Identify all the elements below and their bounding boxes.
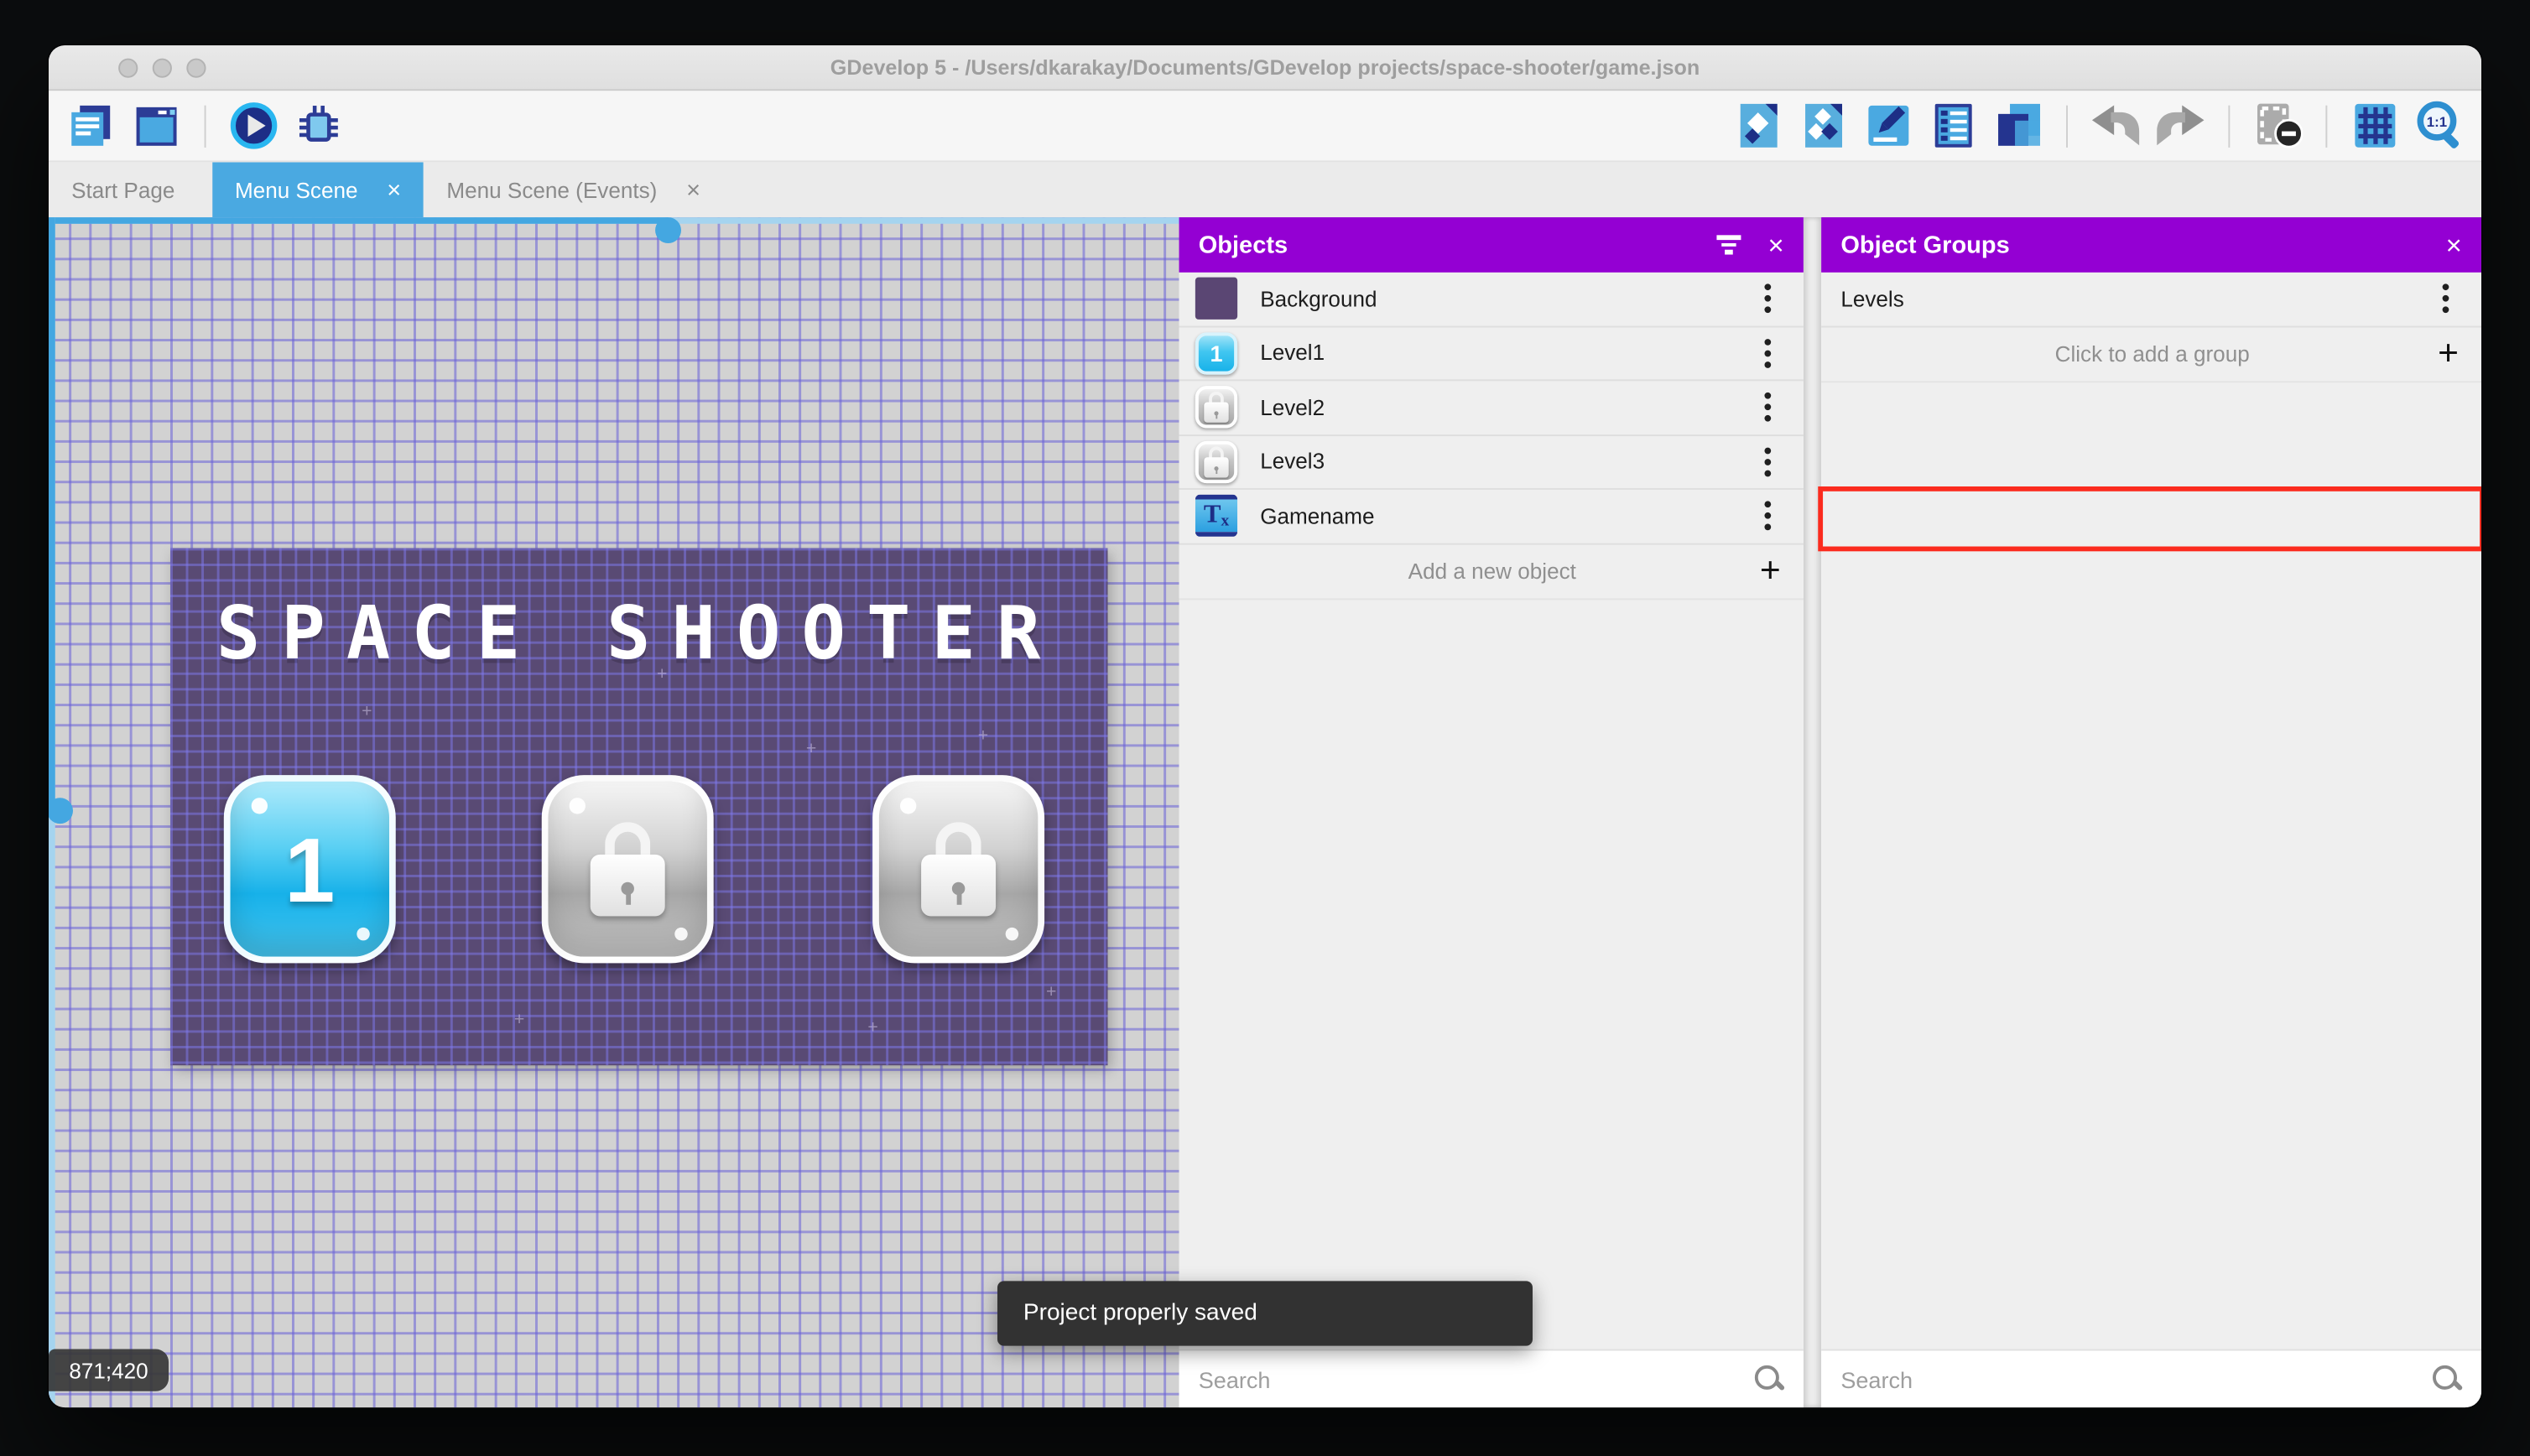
undo-icon[interactable]: [2090, 101, 2141, 151]
groups-search-input[interactable]: [1840, 1365, 2432, 1392]
close-panel-icon[interactable]: ×: [1767, 231, 1783, 258]
star-sparkle: +: [805, 739, 817, 759]
hscroll-knob[interactable]: [655, 217, 681, 243]
canvas-horizontal-scrollbar[interactable]: [48, 217, 1179, 243]
object-row-gamename[interactable]: Gamename: [1179, 490, 1804, 544]
object-groups-icon[interactable]: [1799, 101, 1849, 151]
lock-icon: [921, 822, 997, 917]
editor-tabbar: Start Page Menu Scene × Menu Scene (Even…: [48, 162, 2481, 218]
close-tab-icon[interactable]: ×: [387, 176, 401, 204]
search-icon[interactable]: [1753, 1364, 1784, 1395]
objects-editor-icon[interactable]: [1734, 101, 1784, 151]
tab-start-page[interactable]: Start Page: [49, 162, 197, 217]
project-manager-icon[interactable]: [66, 101, 117, 151]
game-title-text: SPACE SHOOTER: [216, 590, 1062, 677]
level2-thumbnail: [1195, 386, 1238, 429]
tab-menu-scene-events[interactable]: Menu Scene (Events) ×: [424, 162, 723, 217]
instances-list-icon[interactable]: [1929, 101, 1979, 151]
text-object-icon: [1195, 495, 1238, 538]
properties-icon[interactable]: [1863, 101, 1913, 151]
desktop: GDevelop 5 - /Users/dkarakay/Documents/G…: [0, 0, 2530, 1456]
objects-panel-title: Objects: [1198, 231, 1288, 259]
layers-icon[interactable]: [1993, 101, 2043, 151]
toolbar-separator: [2325, 104, 2328, 147]
star-sparkle: +: [656, 664, 668, 684]
objects-panel-empty-area: [1179, 599, 1804, 1349]
toolbar-separator: [204, 104, 206, 147]
groups-search-bar: [1821, 1349, 2481, 1408]
svg-text:1:1: 1:1: [2427, 114, 2447, 130]
lock-icon: [590, 822, 665, 917]
tab-menu-scene[interactable]: Menu Scene ×: [211, 162, 424, 218]
row-menu-icon[interactable]: [1764, 295, 1772, 303]
remove-instances-icon[interactable]: [2252, 101, 2304, 151]
objects-panel-header: Objects ×: [1179, 217, 1804, 273]
close-panel-icon[interactable]: ×: [2446, 231, 2462, 258]
object-groups-panel: Object Groups × Levels Click to add a gr…: [1818, 217, 2481, 1408]
scene-canvas[interactable]: SPACE SHOOTER + + + + + + + + 1: [48, 217, 1179, 1408]
window-title: GDevelop 5 - /Users/dkarakay/Documents/G…: [830, 55, 1700, 80]
search-icon[interactable]: [2431, 1364, 2462, 1395]
object-groups-panel-header: Object Groups ×: [1821, 217, 2481, 273]
main-content: SPACE SHOOTER + + + + + + + + 1: [48, 217, 2481, 1408]
star-sparkle: +: [1045, 982, 1057, 1002]
cursor-coordinates-badge: 871;420: [48, 1349, 169, 1391]
toolbar-separator: [2066, 104, 2068, 147]
grid-icon[interactable]: [2350, 101, 2400, 151]
titlebar: GDevelop 5 - /Users/dkarakay/Documents/G…: [48, 45, 2481, 91]
object-groups-panel-title: Object Groups: [1840, 231, 2010, 259]
object-row-background[interactable]: Background: [1179, 273, 1804, 327]
canvas-vertical-scrollbar[interactable]: [48, 217, 73, 1408]
plus-icon: +: [2438, 332, 2459, 373]
object-row-level1[interactable]: 1 Level1: [1179, 327, 1804, 382]
add-group-button[interactable]: Click to add a group +: [1821, 327, 2481, 382]
objects-panel: Objects × Background 1 Level1 Level2 Lev…: [1179, 217, 1804, 1408]
save-toast: Project properly saved: [997, 1281, 1533, 1346]
level1-thumbnail: 1: [1195, 331, 1238, 375]
level1-button-sprite: 1: [223, 775, 396, 964]
debug-icon[interactable]: [294, 101, 344, 151]
scene-editor-icon[interactable]: [132, 101, 182, 151]
filter-icon[interactable]: [1716, 235, 1742, 254]
star-sparkle: +: [977, 726, 989, 746]
object-groups-empty-area: [1821, 382, 2481, 1349]
level3-locked-button-sprite: [872, 775, 1045, 964]
plus-icon: +: [1759, 549, 1781, 590]
preview-play-icon[interactable]: [229, 101, 279, 151]
close-tab-icon[interactable]: ×: [686, 176, 700, 204]
vscroll-knob[interactable]: [48, 798, 73, 824]
zoom-original-icon[interactable]: 1:1: [2415, 101, 2465, 151]
level3-thumbnail: [1195, 440, 1238, 483]
game-scene-preview: SPACE SHOOTER + + + + + + + + 1: [169, 548, 1108, 1066]
background-thumbnail: [1195, 278, 1238, 320]
objects-search-bar: [1179, 1349, 1804, 1408]
objects-search-input[interactable]: [1198, 1365, 1753, 1392]
level2-locked-button-sprite: [541, 775, 714, 964]
star-sparkle: +: [362, 702, 372, 722]
row-menu-icon[interactable]: [2442, 295, 2449, 303]
star-sparkle: +: [513, 1010, 525, 1030]
row-menu-icon[interactable]: [1764, 350, 1772, 356]
object-row-level3[interactable]: Level3: [1179, 435, 1804, 490]
main-toolbar: 1:1: [48, 91, 2481, 163]
star-sparkle: +: [867, 1018, 878, 1038]
object-row-level2[interactable]: Level2: [1179, 381, 1804, 436]
panel-divider[interactable]: [1803, 217, 1822, 1408]
row-menu-icon[interactable]: [1764, 512, 1772, 520]
gdevelop-window: GDevelop 5 - /Users/dkarakay/Documents/G…: [48, 45, 2481, 1408]
row-menu-icon[interactable]: [1764, 458, 1772, 465]
redo-icon[interactable]: [2155, 101, 2205, 151]
add-new-object-button[interactable]: Add a new object +: [1179, 544, 1804, 600]
group-row-levels[interactable]: Levels: [1821, 273, 2481, 327]
row-menu-icon[interactable]: [1764, 403, 1772, 411]
toolbar-separator: [2228, 104, 2231, 147]
